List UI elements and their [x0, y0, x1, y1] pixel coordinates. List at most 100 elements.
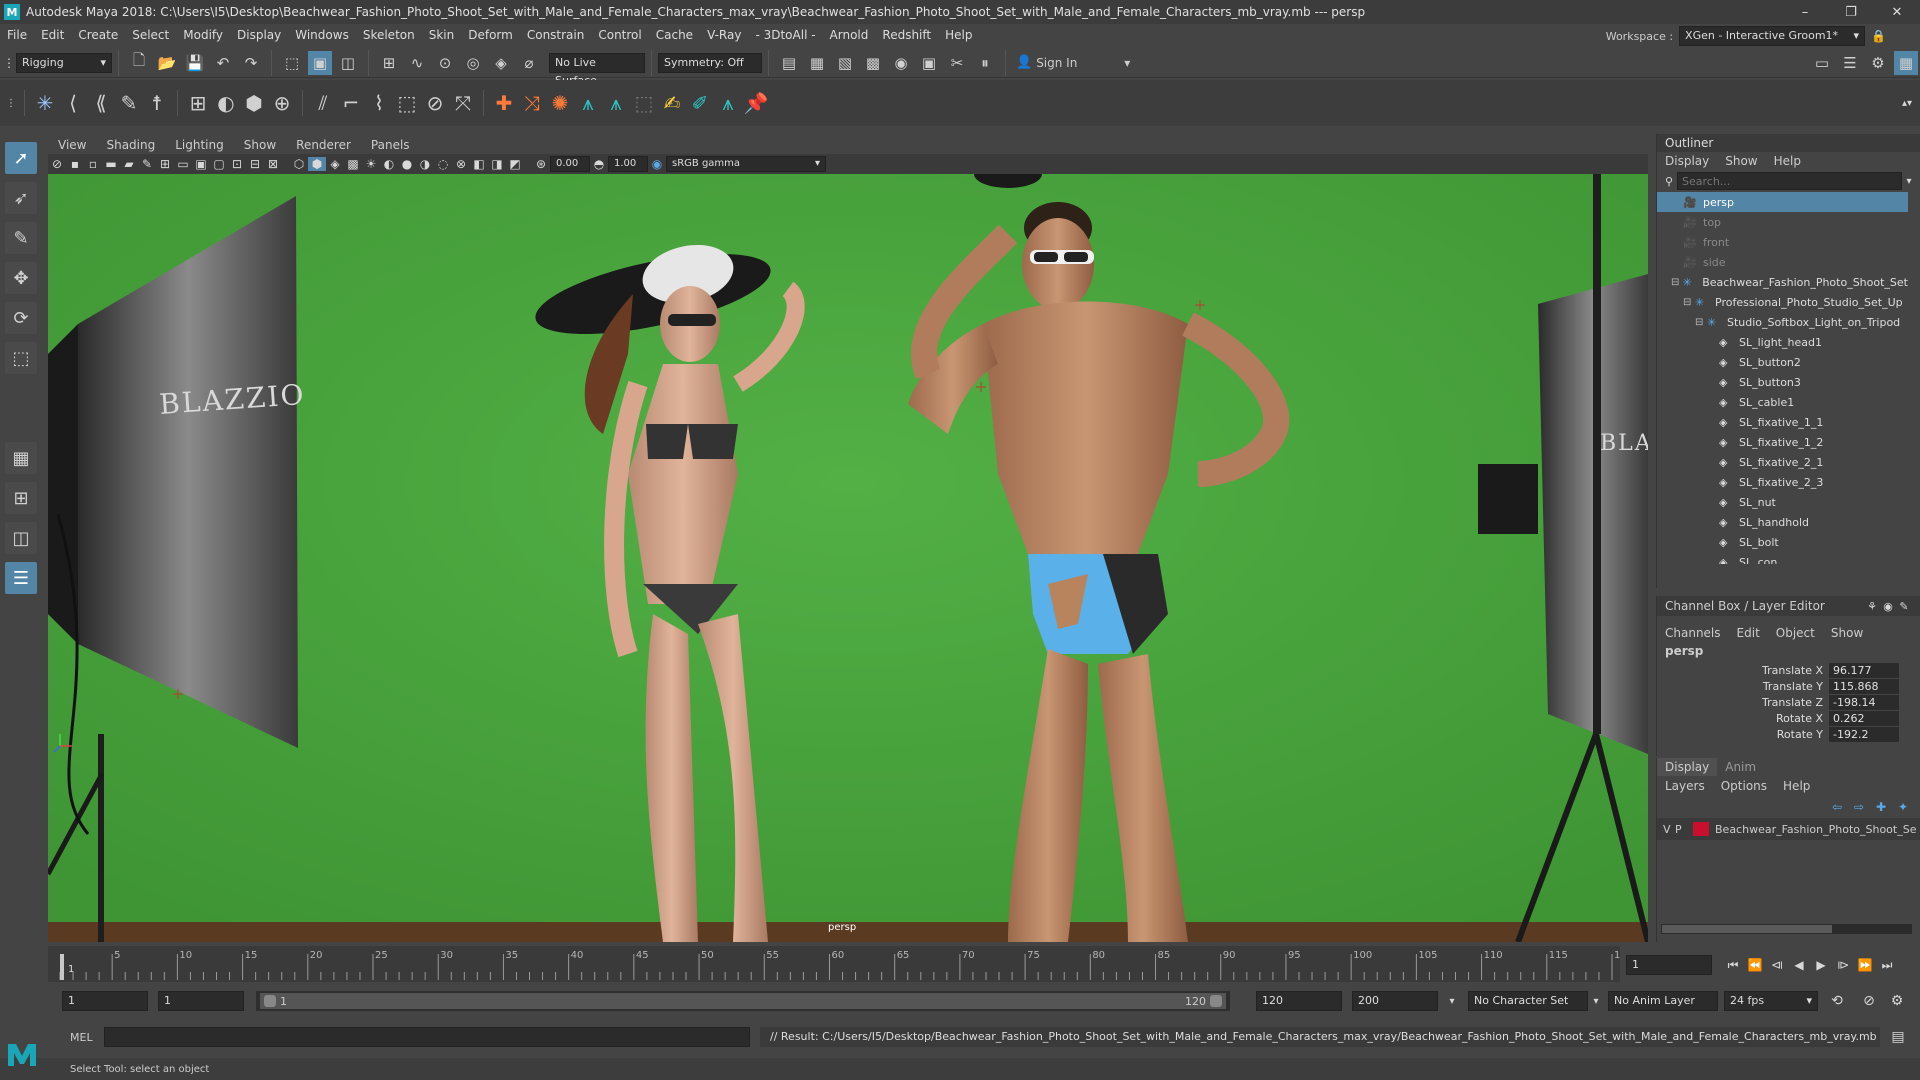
viewport-menu-show[interactable]: Show — [234, 138, 286, 152]
mash-icon[interactable]: ⩚ — [576, 91, 600, 115]
select-camera-icon[interactable]: ⊘ — [48, 157, 66, 171]
layer-menu-options[interactable]: Options — [1713, 779, 1775, 793]
filter-icon[interactable]: ⚲ — [1661, 175, 1677, 188]
outliner-item[interactable]: ◈ SL_handhold — [1657, 512, 1908, 532]
scrollbar-thumb[interactable] — [1662, 925, 1832, 933]
outliner-item[interactable]: ◈ SL_fixative_2_1 — [1657, 452, 1908, 472]
menu-control[interactable]: Control — [591, 28, 648, 42]
xray-active-icon[interactable]: ◨ — [488, 157, 506, 171]
vray-ipr-icon[interactable]: ✂ — [945, 51, 969, 75]
paint-tool-icon[interactable]: ✐ — [688, 91, 712, 115]
outliner-item[interactable]: 🎥 side — [1657, 252, 1908, 272]
script-language-toggle[interactable]: MEL — [48, 1031, 104, 1044]
gamma-field[interactable]: 1.00 — [608, 156, 648, 172]
new-layer-selected-icon[interactable]: ✦ — [1892, 800, 1914, 814]
lattice-icon[interactable]: ⊞ — [186, 91, 210, 115]
channel-row[interactable]: Rotate Y -192.2 — [1657, 726, 1920, 742]
tool-settings-icon[interactable]: ⚙ — [1866, 51, 1890, 75]
animation-preferences-icon[interactable]: ⚙ — [1884, 993, 1910, 1009]
color-management-icon[interactable]: ◉ — [648, 157, 666, 171]
aim-constraint-icon[interactable]: ⤧ — [451, 91, 475, 115]
screen-space-ao-icon[interactable]: ● — [398, 157, 416, 171]
select-tool-icon[interactable]: ➚ — [5, 142, 37, 174]
animation-end-field[interactable]: 200 — [1352, 991, 1438, 1011]
open-scene-icon[interactable]: 📂 — [155, 51, 179, 75]
range-end-knob[interactable] — [1210, 995, 1222, 1007]
range-start-knob[interactable] — [264, 995, 276, 1007]
safe-title-icon[interactable]: ⊠ — [264, 157, 282, 171]
collapse-icon[interactable]: ⊟ — [1695, 317, 1707, 328]
ik-spline-icon[interactable]: ⟪ — [89, 91, 113, 115]
outliner-item[interactable]: ◈ SL_bolt — [1657, 532, 1908, 552]
step-back-frame-icon[interactable]: ⧏ — [1766, 958, 1788, 972]
outliner-item[interactable]: 🎥 persp — [1657, 192, 1908, 212]
outliner-item[interactable]: ⊟ ✳ Beachwear_Fashion_Photo_Shoot_Set — [1657, 272, 1908, 292]
lasso-tool-icon[interactable]: ➶ — [5, 182, 37, 214]
menu-deform[interactable]: Deform — [461, 28, 520, 42]
fps-dropdown[interactable]: 24 fps ▾ — [1724, 991, 1818, 1011]
render-settings-icon[interactable]: ▩ — [861, 51, 885, 75]
collapse-icon[interactable]: ⊟ — [1671, 277, 1683, 288]
bookmarks-icon[interactable]: ▫ — [84, 157, 102, 171]
menu-set-dropdown[interactable]: Rigging ▾ — [16, 52, 112, 73]
menu-redshift[interactable]: Redshift — [875, 28, 938, 42]
channel-box-toggle-icon[interactable]: ⚘ — [1864, 600, 1880, 613]
modeling-toolkit-icon[interactable]: ▭ — [1810, 51, 1834, 75]
script-editor-icon[interactable]: ✍ — [660, 91, 684, 115]
lock-icon[interactable]: 🔒 — [1871, 29, 1886, 43]
pose-icon[interactable]: ✺ — [548, 91, 572, 115]
script-editor-icon[interactable]: ▤ — [1884, 1029, 1912, 1045]
vray-render-icon[interactable]: ▣ — [917, 51, 941, 75]
menu-file[interactable]: File — [0, 28, 34, 42]
humanik-icon[interactable]: ☨ — [145, 91, 169, 115]
menu-create[interactable]: Create — [71, 28, 125, 42]
menu-display[interactable]: Display — [230, 28, 288, 42]
locator-icon[interactable]: ✚ — [492, 91, 516, 115]
chevron-down-icon[interactable]: ▾ — [1588, 996, 1604, 1007]
motion-blur-icon[interactable]: ◑ — [416, 157, 434, 171]
layer-playback-toggle[interactable]: P — [1675, 823, 1693, 836]
redo-icon[interactable]: ↷ — [239, 51, 263, 75]
paint-select-tool-icon[interactable]: ✎ — [5, 222, 37, 254]
select-object-icon[interactable]: ▣ — [308, 50, 332, 75]
new-scene-icon[interactable]: 🗋 — [127, 51, 151, 75]
safe-action-icon[interactable]: ⊟ — [246, 157, 264, 171]
hypershade-icon[interactable]: ◉ — [889, 51, 913, 75]
attribute-editor-toggle-icon[interactable]: ✎ — [1896, 600, 1912, 613]
tab-display[interactable]: Display — [1657, 758, 1718, 776]
snap-live-icon[interactable]: ⌀ — [517, 51, 541, 75]
gate-mask-icon[interactable]: ▢ — [210, 157, 228, 171]
image-plane-icon[interactable]: ▬ — [102, 157, 120, 171]
undo-icon[interactable]: ↶ — [211, 51, 235, 75]
pause-icon[interactable]: ⏸ — [973, 51, 997, 75]
layer-editor-toggle-icon[interactable]: ◉ — [1880, 600, 1896, 613]
snap-view-icon[interactable]: ◎ — [461, 51, 485, 75]
use-all-lights-icon[interactable]: ☀ — [362, 157, 380, 171]
layer-menu-help[interactable]: Help — [1775, 779, 1818, 793]
sign-in-button[interactable]: 👤 Sign In ▾ — [1016, 55, 1130, 70]
wrap-icon[interactable]: ⬢ — [242, 91, 266, 115]
viewport-menu-shading[interactable]: Shading — [96, 138, 165, 152]
anti-alias-icon[interactable]: ◌ — [434, 157, 452, 171]
outliner-item[interactable]: 🎥 top — [1657, 212, 1908, 232]
attribute-editor-icon[interactable]: ☰ — [1838, 51, 1862, 75]
layer-visibility-toggle[interactable]: V — [1663, 823, 1675, 836]
outliner-item[interactable]: ◈ SL_cable1 — [1657, 392, 1908, 412]
maximize-button[interactable]: ❐ — [1828, 0, 1874, 24]
outliner-search-input[interactable] — [1677, 172, 1902, 190]
play-backwards-icon[interactable]: ◀ — [1788, 958, 1810, 972]
select-component-icon[interactable]: ◫ — [336, 51, 360, 75]
play-forwards-icon[interactable]: ▶ — [1810, 958, 1832, 972]
select-hierarchy-icon[interactable]: ⬚ — [280, 51, 304, 75]
outliner-item[interactable]: ⊟ ✳ Professional_Photo_Studio_Set_Up — [1657, 292, 1908, 312]
outliner-item[interactable]: ◈ SL_fixative_1_2 — [1657, 432, 1908, 452]
channel-value[interactable]: -198.14 — [1829, 694, 1899, 710]
new-layer-icon[interactable]: ✚ — [1870, 800, 1892, 814]
channel-box-menu-object[interactable]: Object — [1768, 626, 1823, 640]
wireframe-on-shaded-icon[interactable]: ◈ — [326, 157, 344, 171]
empty-slot-icon[interactable]: ⬚ — [632, 91, 656, 115]
current-time-indicator[interactable] — [60, 954, 64, 980]
character-set-dropdown[interactable]: No Character Set — [1468, 991, 1588, 1011]
menu-modify[interactable]: Modify — [176, 28, 230, 42]
pin-icon[interactable]: 📌 — [744, 91, 769, 115]
